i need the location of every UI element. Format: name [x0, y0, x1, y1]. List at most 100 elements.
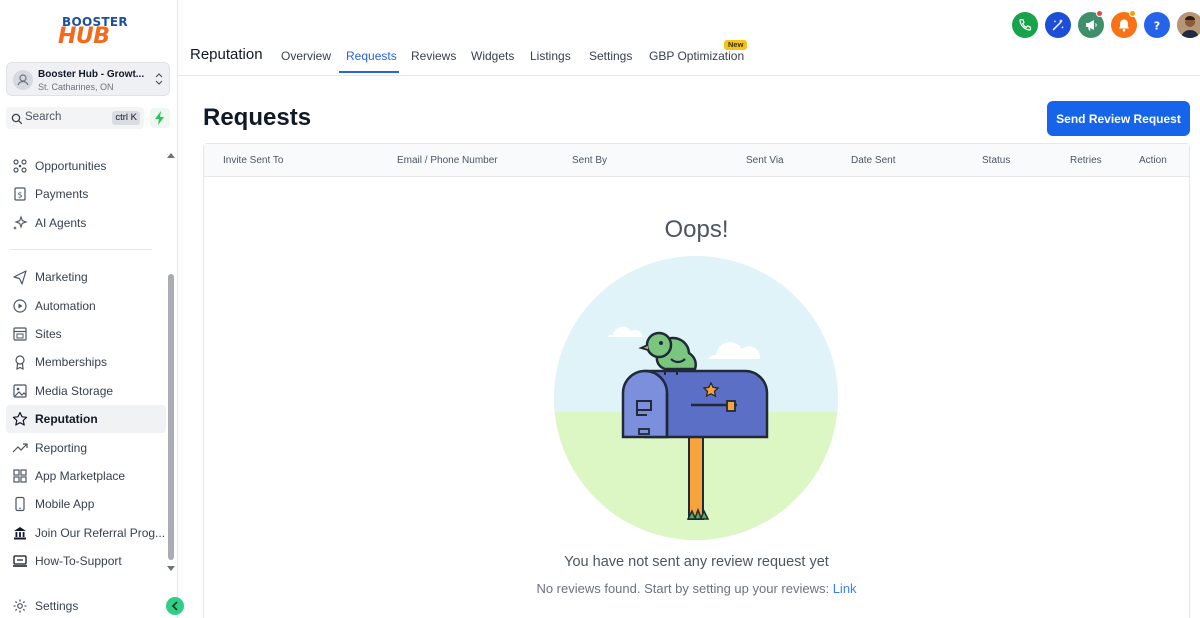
payments-icon: $	[14, 187, 26, 201]
help-icon: ?	[1154, 20, 1160, 33]
sidebar-item-label: How-To-Support	[35, 554, 122, 568]
ai-assistant-button[interactable]	[1045, 12, 1071, 38]
help-button[interactable]: ?	[1144, 12, 1170, 38]
chevron-left-icon	[171, 601, 178, 611]
trending-icon	[12, 443, 28, 453]
sidebar-item-payments[interactable]: $ Payments	[6, 180, 166, 208]
sidebar-item-app-marketplace[interactable]: App Marketplace	[6, 462, 166, 490]
sidebar-item-label: Automation	[35, 299, 96, 313]
bell-icon	[1119, 19, 1129, 32]
notifications-button[interactable]	[1111, 10, 1137, 38]
sidebar-item-ai-agents[interactable]: AI Agents	[6, 209, 166, 237]
tab-gbp-optimization[interactable]: GBP Optimization	[649, 49, 744, 63]
brand-logo-line2: HUB	[58, 24, 110, 49]
sidebar-scrollbar[interactable]	[168, 274, 174, 560]
column-header-sent-via[interactable]: Sent Via	[746, 155, 784, 166]
sidebar-item-label: Media Storage	[35, 384, 114, 398]
sidebar-item-label: Opportunities	[35, 159, 107, 173]
column-header-action[interactable]: Action	[1139, 155, 1167, 166]
phone-button[interactable]	[1012, 12, 1038, 38]
sidebar-item-mobile-app[interactable]: Mobile App	[6, 490, 166, 518]
sites-icon	[13, 327, 27, 341]
requests-table: Invite Sent To Email / Phone Number Sent…	[203, 143, 1190, 618]
phone-icon	[1019, 18, 1032, 31]
setup-reviews-link[interactable]: Link	[833, 581, 857, 596]
sidebar-item-media-storage[interactable]: Media Storage	[6, 377, 166, 405]
user-avatar-icon	[1177, 12, 1200, 38]
sidebar-item-label: Sites	[35, 327, 62, 341]
empty-state-heading: Oops!	[664, 216, 729, 243]
star-icon	[12, 411, 28, 426]
module-title: Reputation	[190, 46, 263, 63]
new-badge: New	[724, 40, 748, 50]
sidebar-item-referral-program[interactable]: Join Our Referral Prog...	[6, 519, 166, 547]
mobile-icon	[15, 496, 25, 512]
sidebar-item-label: Reporting	[35, 441, 88, 455]
scroll-up-icon[interactable]	[166, 151, 176, 159]
sidebar-item-automation[interactable]: Automation	[6, 292, 166, 320]
gear-icon	[13, 599, 27, 613]
column-header-sent-by[interactable]: Sent By	[572, 155, 607, 166]
active-tab-indicator	[339, 71, 399, 73]
search-shortcut-badge: ctrl K	[112, 111, 140, 125]
empty-state-subtitle: No reviews found. Start by setting up yo…	[204, 581, 1189, 596]
sidebar-item-sites[interactable]: Sites	[6, 320, 166, 348]
column-header-date-sent[interactable]: Date Sent	[851, 155, 895, 166]
column-header-invite-sent-to[interactable]: Invite Sent To	[223, 155, 283, 166]
tab-reviews[interactable]: Reviews	[411, 49, 456, 63]
sidebar-item-reputation[interactable]: Reputation	[6, 405, 166, 433]
notification-dot	[1129, 10, 1136, 17]
collapse-sidebar-button[interactable]	[166, 597, 184, 615]
scroll-down-icon[interactable]	[166, 565, 176, 573]
ai-sparkle-icon	[13, 215, 28, 230]
sidebar-item-label: Join Our Referral Prog...	[35, 526, 166, 540]
chevron-updown-icon	[154, 70, 164, 88]
column-header-email-phone[interactable]: Email / Phone Number	[397, 155, 498, 166]
quick-action-button[interactable]	[150, 108, 170, 128]
top-bar: Reputation Overview Requests Reviews Wid…	[178, 0, 1200, 76]
automation-icon	[13, 299, 27, 313]
tab-listings[interactable]: Listings	[530, 49, 571, 63]
sidebar-item-marketing[interactable]: Marketing	[6, 263, 166, 291]
empty-state-title: You have not sent any review request yet	[564, 554, 829, 570]
opportunities-icon	[13, 159, 27, 173]
megaphone-icon	[1086, 20, 1097, 31]
support-icon	[13, 555, 27, 567]
image-icon	[13, 384, 27, 398]
send-icon	[13, 270, 27, 285]
sidebar-item-label: Mobile App	[35, 497, 95, 511]
send-review-request-button[interactable]: Send Review Request	[1047, 101, 1190, 136]
announcements-button[interactable]	[1078, 10, 1104, 38]
svg-text:?: ?	[1154, 20, 1160, 33]
location-name: Booster Hub - Growt...	[38, 69, 145, 80]
tab-overview[interactable]: Overview	[281, 49, 331, 63]
sidebar-item-memberships[interactable]: Memberships	[6, 348, 166, 376]
sidebar-item-label: Payments	[35, 187, 89, 201]
sidebar-item-opportunities[interactable]: Opportunities	[6, 152, 166, 180]
page-title: Requests	[203, 104, 312, 131]
tab-settings[interactable]: Settings	[589, 49, 632, 63]
notification-dot	[1096, 10, 1103, 17]
svg-text:$: $	[17, 191, 22, 200]
column-header-status[interactable]: Status	[982, 155, 1010, 166]
tab-requests[interactable]: Requests	[346, 49, 397, 63]
location-switcher[interactable]: Booster Hub - Growt... St. Catharines, O…	[6, 62, 170, 96]
bank-icon	[14, 527, 26, 540]
sidebar-divider	[10, 249, 152, 250]
sidebar-item-label: Settings	[35, 599, 79, 613]
sidebar-item-reporting[interactable]: Reporting	[6, 434, 166, 462]
sidebar-item-label: AI Agents	[35, 216, 87, 230]
sidebar: BOOSTER HUB Booster Hub - Growt... St. C…	[0, 0, 184, 618]
table-header: Invite Sent To Email / Phone Number Sent…	[204, 144, 1189, 177]
search-icon	[11, 112, 23, 130]
tab-widgets[interactable]: Widgets	[471, 49, 514, 63]
user-avatar[interactable]	[1177, 12, 1200, 38]
brand-logo[interactable]: BOOSTER HUB	[58, 14, 128, 50]
lightning-icon	[155, 111, 164, 125]
empty-state-subtitle-text: No reviews found. Start by setting up yo…	[536, 581, 830, 596]
column-header-retries[interactable]: Retries	[1070, 155, 1102, 166]
sidebar-item-how-to-support[interactable]: How-To-Support	[6, 547, 166, 575]
search-input[interactable]: Search ctrl K	[6, 107, 144, 129]
sidebar-item-settings[interactable]: Settings	[6, 592, 146, 618]
search-placeholder: Search	[25, 111, 62, 123]
